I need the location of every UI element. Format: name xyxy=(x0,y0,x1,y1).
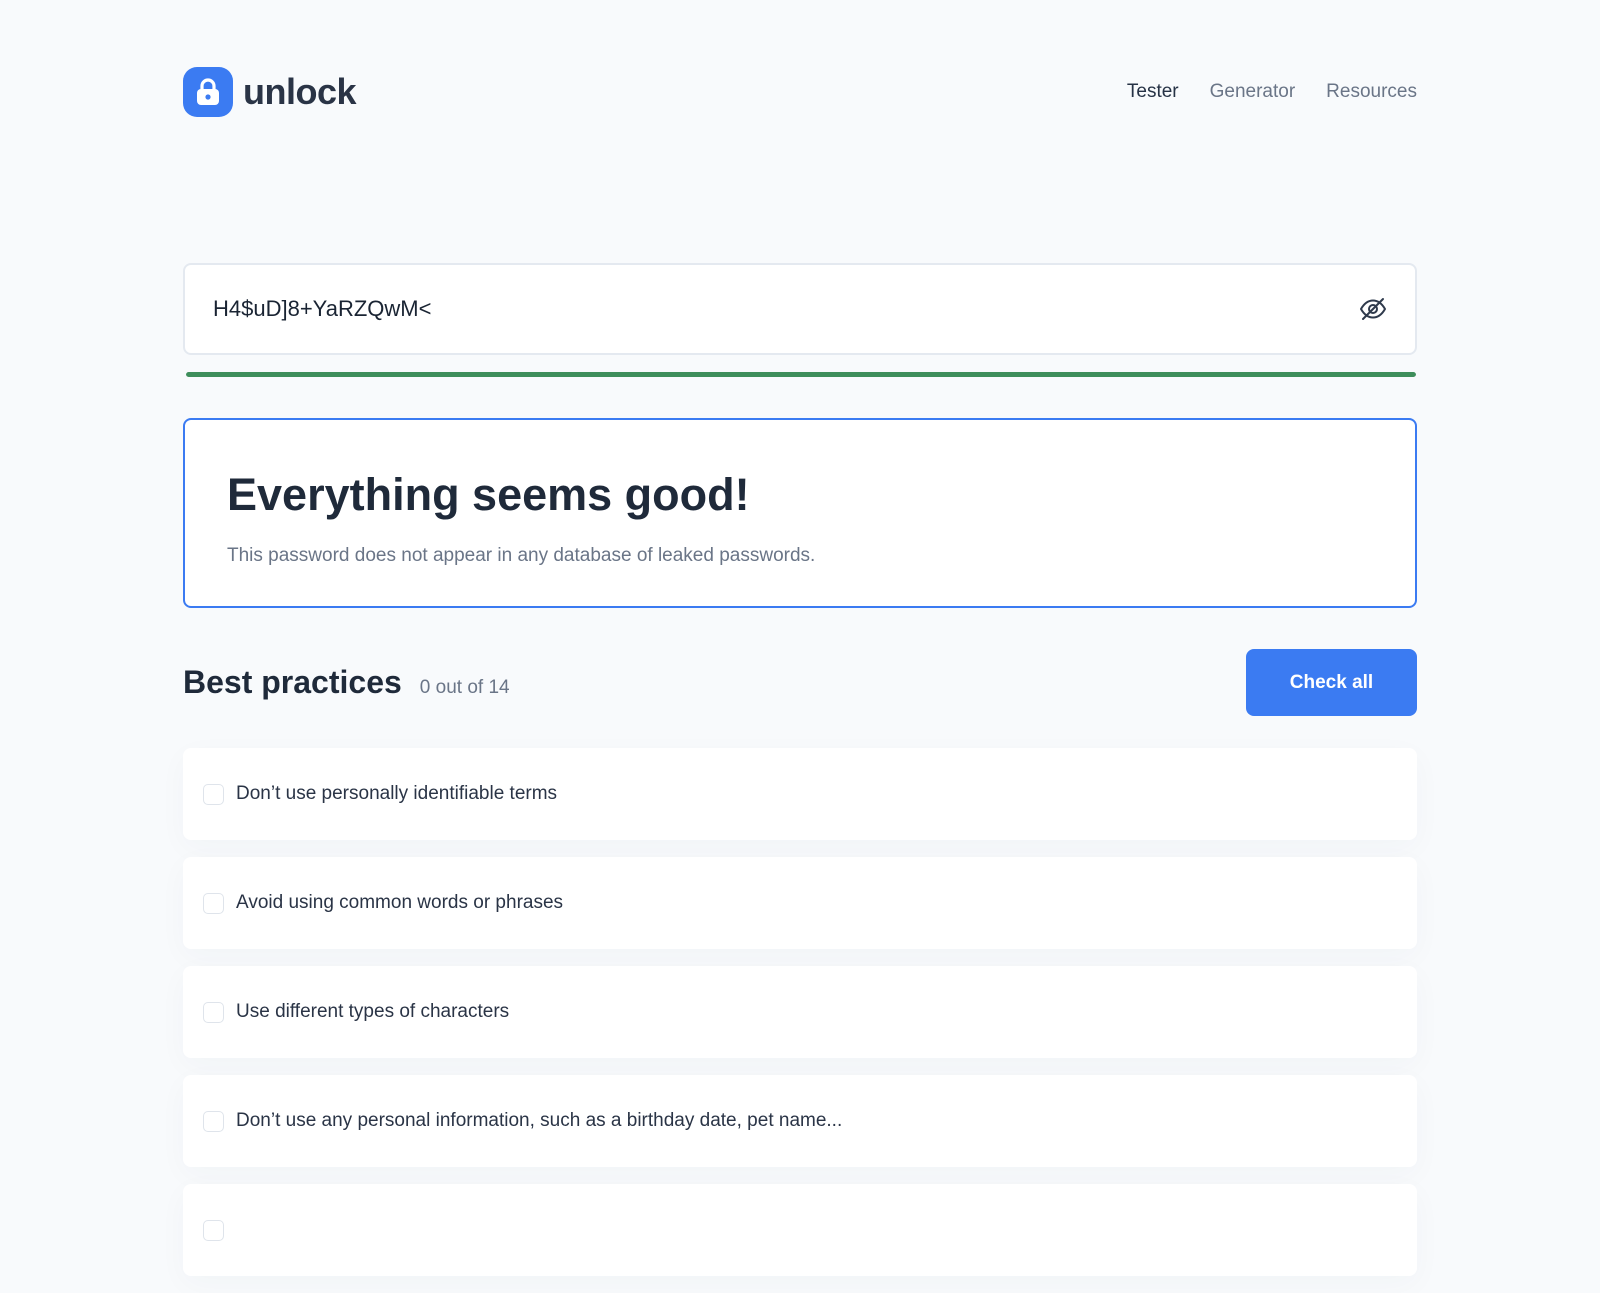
result-card: Everything seems good! This password doe… xyxy=(183,418,1417,608)
practice-label: Don’t use personally identifiable terms xyxy=(236,783,558,804)
best-practices-title: Best practices xyxy=(183,664,402,700)
practice-checkbox[interactable] xyxy=(203,1110,224,1132)
practice-item[interactable]: Don’t use personally identifiable terms xyxy=(183,748,1417,840)
brand-logo[interactable]: unlock xyxy=(183,67,357,117)
result-description: This password does not appear in any dat… xyxy=(227,545,816,566)
page: unlock Tester Generator Resources Everyt… xyxy=(0,0,1600,1276)
result-title: Everything seems good! xyxy=(227,469,750,520)
practice-checkbox[interactable] xyxy=(203,1219,224,1241)
practice-item[interactable]: Avoid using common words or phrases xyxy=(183,857,1417,949)
practice-checkbox[interactable] xyxy=(203,1001,224,1023)
password-input[interactable] xyxy=(211,295,1357,323)
practice-label: Avoid using common words or phrases xyxy=(236,892,564,913)
practice-label: Don’t use any personal information, such… xyxy=(236,1110,843,1131)
strength-meter xyxy=(186,372,1416,377)
practice-item[interactable]: Use different types of characters xyxy=(183,966,1417,1058)
check-all-button[interactable]: Check all xyxy=(1246,649,1417,716)
practice-label: Use different types of characters xyxy=(236,1001,510,1022)
eye-off-icon[interactable] xyxy=(1357,293,1389,325)
practice-item[interactable] xyxy=(183,1184,1417,1276)
header: unlock Tester Generator Resources xyxy=(183,67,1417,117)
lock-icon xyxy=(183,67,233,117)
best-practices-title-group: Best practices 0 out of 14 xyxy=(183,664,510,701)
best-practices-header: Best practices 0 out of 14 Check all xyxy=(183,649,1417,716)
password-field xyxy=(183,263,1417,355)
best-practices-count: 0 out of 14 xyxy=(419,677,510,698)
best-practices-list: Don’t use personally identifiable terms … xyxy=(183,748,1417,1293)
practice-item[interactable]: Don’t use any personal information, such… xyxy=(183,1075,1417,1167)
brand-name: unlock xyxy=(243,71,357,112)
strength-meter-fill xyxy=(186,372,1416,377)
nav-tester[interactable]: Tester xyxy=(1127,81,1179,103)
nav-resources[interactable]: Resources xyxy=(1326,81,1417,103)
nav-generator[interactable]: Generator xyxy=(1210,81,1296,103)
practice-checkbox[interactable] xyxy=(203,783,224,805)
main-nav: Tester Generator Resources xyxy=(1127,81,1417,103)
practice-checkbox[interactable] xyxy=(203,892,224,914)
